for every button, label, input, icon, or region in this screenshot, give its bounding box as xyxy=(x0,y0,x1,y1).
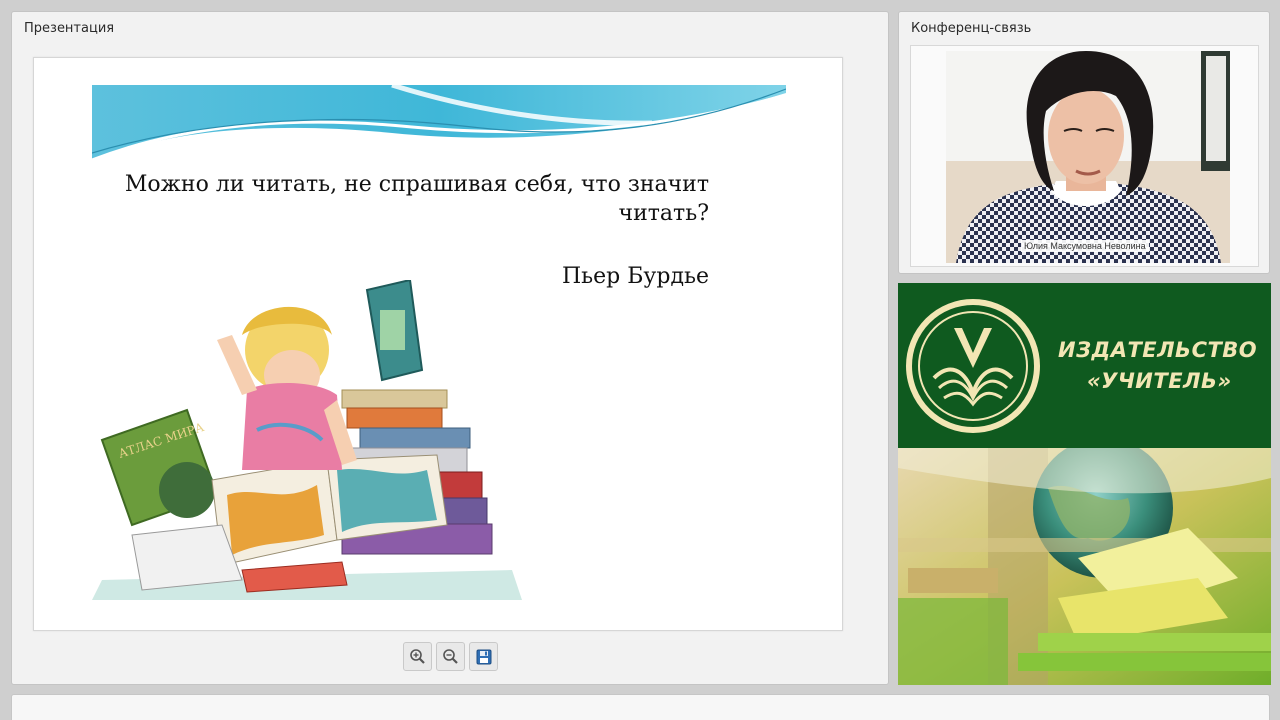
advert-books-globe-photo xyxy=(898,448,1271,685)
zoom-in-icon xyxy=(409,648,425,664)
presentation-toolbar xyxy=(403,642,498,672)
conference-panel: Конференц-связь Юлия Максумовна Неволина xyxy=(898,11,1270,274)
publisher-advert-panel: ИЗДАТЕЛЬСТВО «УЧИТЕЛЬ» xyxy=(898,283,1271,685)
slide-wave-banner xyxy=(92,85,786,162)
publisher-logo-icon xyxy=(906,299,1040,433)
participant-video-feed xyxy=(946,51,1230,263)
save-button[interactable] xyxy=(469,642,498,671)
presentation-panel: Презентация Можно ли читать, не спрашива… xyxy=(11,11,889,685)
zoom-out-button[interactable] xyxy=(436,642,465,671)
boy-reading-books-illustration: АТЛАС МИРА xyxy=(92,280,522,600)
participant-name-label: Юлия Максумовна Неволина xyxy=(1021,240,1149,252)
advert-header: ИЗДАТЕЛЬСТВО «УЧИТЕЛЬ» xyxy=(898,283,1271,448)
conference-panel-title: Конференц-связь xyxy=(911,21,1032,36)
participant-video[interactable]: Юлия Максумовна Неволина xyxy=(910,45,1259,267)
slide-author-text: Пьер Бурдье xyxy=(562,264,709,289)
floppy-disk-icon xyxy=(476,649,491,664)
presentation-panel-title: Презентация xyxy=(24,21,115,36)
presentation-slide: Можно ли читать, не спрашивая себя, что … xyxy=(33,57,843,631)
advert-line-2: «УЧИТЕЛЬ» xyxy=(1087,369,1232,393)
bottom-panel xyxy=(11,694,1270,720)
zoom-in-button[interactable] xyxy=(403,642,432,671)
zoom-out-icon xyxy=(442,648,458,664)
advert-line-1: ИЗДАТЕЛЬСТВО xyxy=(1058,338,1258,362)
slide-question-text: Можно ли читать, не спрашивая себя, что … xyxy=(124,172,709,226)
